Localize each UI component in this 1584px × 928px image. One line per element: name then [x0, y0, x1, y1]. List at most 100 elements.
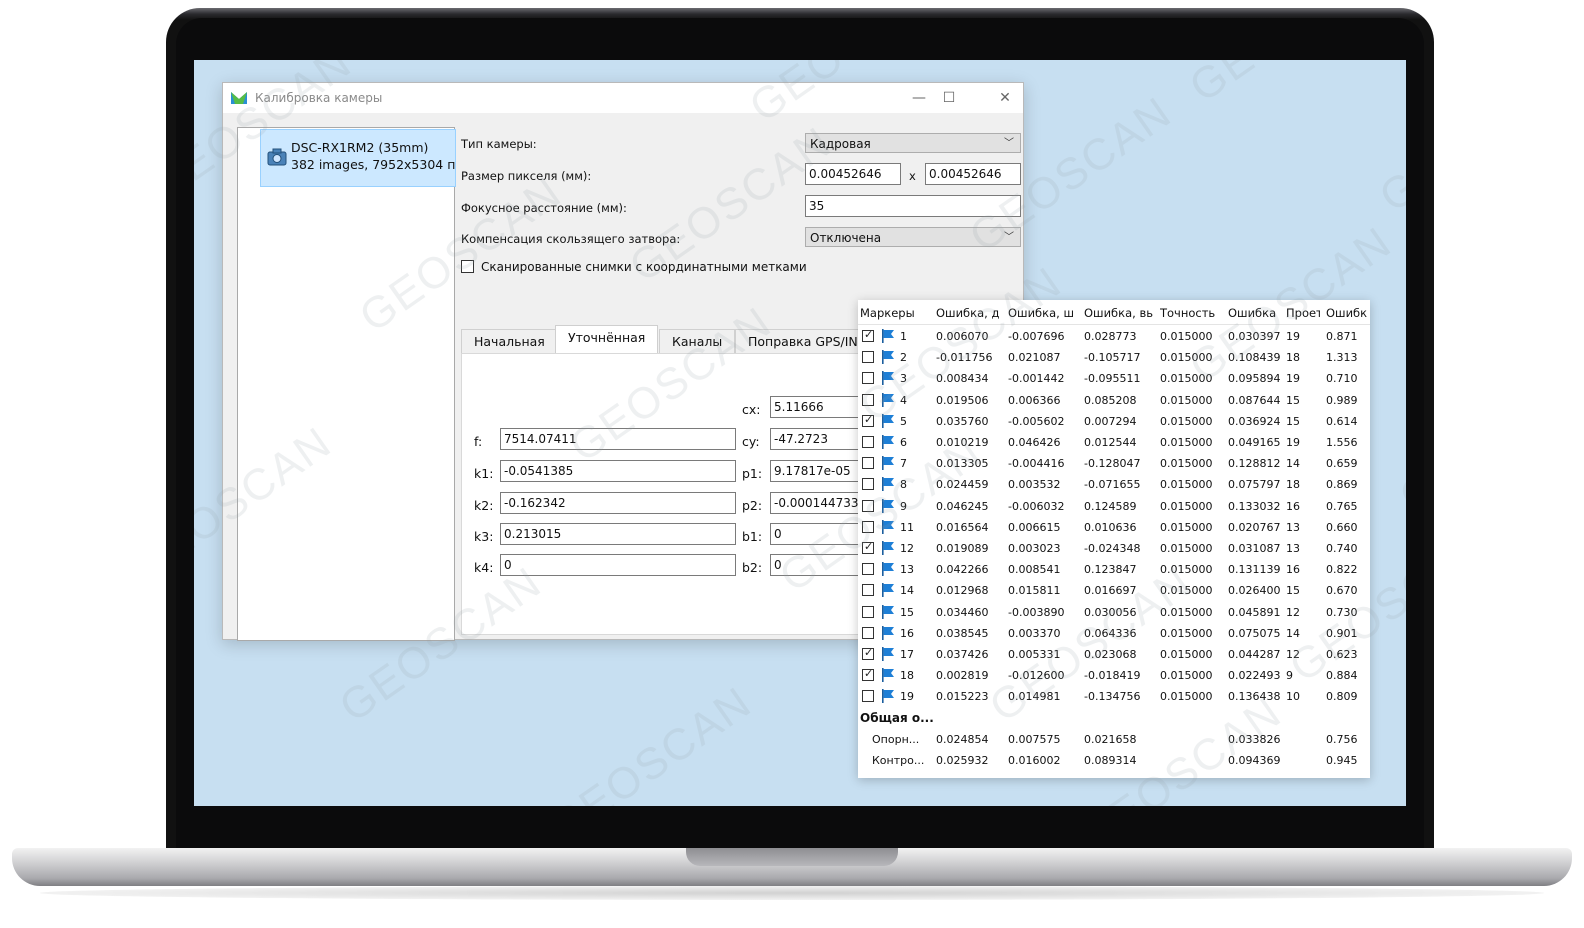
column-header-error-x[interactable]: Ошибка, д	[936, 306, 1002, 320]
p1-input[interactable]: 9.17817e-05	[770, 460, 870, 482]
marker-checkbox[interactable]	[862, 540, 874, 554]
table-row[interactable]: 17 0.037426 0.005331 0.023068 0.015000 0.0442…	[858, 644, 1370, 665]
marker-id: 16	[900, 626, 914, 640]
flag-icon	[880, 519, 896, 538]
flag-icon	[880, 370, 896, 389]
table-cell: 0.030397	[1228, 330, 1281, 343]
table-cell: -0.105717	[1084, 351, 1141, 365]
table-cell: 0.901	[1326, 626, 1358, 640]
table-cell: 0.087644	[1228, 393, 1281, 407]
p2-input[interactable]: -0.000144733	[770, 492, 870, 514]
camera-type-select[interactable]: Кадровая ﹀	[805, 133, 1021, 153]
table-cell: 0.085208	[1084, 393, 1137, 407]
table-row[interactable]: 3 0.008434 -0.001442 -0.095511 0.015000 0.095…	[858, 368, 1370, 389]
marker-checkbox[interactable]	[862, 626, 874, 639]
table-row[interactable]: 1 0.006070 -0.007696 0.028773 0.015000 0.0303…	[858, 326, 1370, 347]
marker-checkbox[interactable]	[862, 413, 874, 427]
table-cell: 0.003532	[1008, 478, 1061, 492]
marker-checkbox[interactable]	[862, 520, 874, 533]
maximize-icon[interactable]: ☐	[929, 87, 969, 109]
marker-checkbox[interactable]	[862, 499, 874, 512]
flag-icon	[880, 625, 896, 644]
k3-input[interactable]: 0.213015	[500, 523, 736, 545]
marker-checkbox[interactable]	[862, 457, 874, 470]
tab-initial[interactable]: Начальная	[461, 329, 558, 354]
table-cell: 19	[1286, 330, 1300, 343]
table-cell: 0.015811	[1008, 584, 1061, 598]
marker-checkbox[interactable]	[862, 563, 874, 576]
cy-input[interactable]: -47.2723	[770, 428, 870, 450]
table-row[interactable]: 14 0.012968 0.015811 0.016697 0.015000 0.0264…	[858, 580, 1370, 601]
k1-input[interactable]: -0.0541385	[500, 460, 736, 482]
summary-row[interactable]: Контро... 0.025932 0.016002 0.089314 0.09436…	[858, 750, 1370, 771]
table-cell: 0.019089	[936, 542, 989, 555]
column-header-error-total[interactable]: Ошибка	[1228, 306, 1282, 320]
table-row[interactable]: 11 0.016564 0.006615 0.010636 0.015000 0.0207…	[858, 517, 1370, 538]
table-cell: 0.124589	[1084, 499, 1137, 513]
table-cell: 0.022493	[1228, 669, 1281, 683]
marker-id: 1	[900, 330, 907, 343]
pixel-size-y-input[interactable]: 0.00452646	[925, 163, 1021, 185]
table-cell: -0.024348	[1084, 542, 1141, 555]
tab-bands[interactable]: Каналы	[659, 329, 736, 354]
table-row[interactable]: 8 0.024459 0.003532 -0.071655 0.015000 0.0757…	[858, 474, 1370, 495]
column-header-projections[interactable]: Проет	[1286, 306, 1320, 320]
marker-checkbox[interactable]	[862, 646, 874, 660]
marker-checkbox[interactable]	[862, 584, 874, 597]
marker-checkbox[interactable]	[862, 478, 874, 491]
table-cell: 0.740	[1326, 542, 1358, 555]
flag-icon	[880, 413, 896, 432]
table-row[interactable]: 9 0.046245 -0.006032 0.124589 0.015000 0.1330…	[858, 496, 1370, 517]
table-row[interactable]: 2 -0.011756 0.021087 -0.105717 0.015000 0.108…	[858, 347, 1370, 368]
table-row[interactable]: 6 0.010219 0.046426 0.012544 0.015000 0.04916…	[858, 432, 1370, 453]
marker-checkbox[interactable]	[862, 393, 874, 406]
table-cell: 0.730	[1326, 605, 1358, 619]
cx-input[interactable]: 5.11666	[770, 396, 870, 418]
table-row[interactable]: 16 0.038545 0.003370 0.064336 0.015000 0.0750…	[858, 623, 1370, 644]
close-icon[interactable]: ✕	[985, 87, 1025, 109]
marker-checkbox[interactable]	[862, 605, 874, 618]
pixel-size-x-input[interactable]: 0.00452646	[805, 163, 901, 185]
marker-checkbox[interactable]	[862, 372, 874, 385]
column-header-error-z[interactable]: Ошибка, вь	[1084, 306, 1154, 320]
table-row[interactable]: 18 0.002819 -0.012600 -0.018419 0.015000 0.02…	[858, 665, 1370, 686]
focal-length-input[interactable]: 35	[805, 195, 1021, 217]
marker-checkbox[interactable]	[862, 690, 874, 703]
column-header-markers[interactable]: Маркеры	[860, 306, 930, 320]
marker-checkbox[interactable]	[862, 328, 874, 342]
marker-checkbox[interactable]	[862, 436, 874, 448]
marker-checkbox[interactable]	[862, 351, 874, 364]
b1-input[interactable]: 0	[770, 523, 870, 545]
table-row[interactable]: 5 0.035760 -0.005602 0.007294 0.015000 0.0369…	[858, 411, 1370, 432]
table-row[interactable]: 15 0.034460 -0.003890 0.030056 0.015000 0.045…	[858, 602, 1370, 623]
scanned-images-checkbox[interactable]	[461, 260, 474, 273]
table-row[interactable]: 12 0.019089 0.003023 -0.024348 0.015000 0.031…	[858, 538, 1370, 559]
marker-id: 8	[900, 478, 907, 492]
summary-row[interactable]: Опорн... 0.024854 0.007575 0.021658 0.033826…	[858, 729, 1370, 750]
table-cell: 0.133032	[1228, 499, 1281, 513]
tab-adjusted[interactable]: Уточнённая	[555, 325, 659, 354]
table-cell: 0.623	[1326, 648, 1358, 661]
k2-input[interactable]: -0.162342	[500, 492, 736, 514]
f-label: f:	[474, 434, 483, 449]
f-input[interactable]: 7514.07411	[500, 428, 736, 450]
column-header-error-pix[interactable]: Ошибк	[1326, 306, 1370, 320]
column-header-accuracy[interactable]: Точность	[1160, 306, 1224, 320]
table-row[interactable]: 4 0.019506 0.006366 0.085208 0.015000 0.08764…	[858, 390, 1370, 411]
marker-id: 17	[900, 648, 914, 661]
table-row[interactable]: 13 0.042266 0.008541 0.123847 0.015000 0.1311…	[858, 559, 1370, 580]
rolling-shutter-select[interactable]: Отключена ﹀	[805, 227, 1021, 247]
table-cell: -0.012600	[1008, 669, 1065, 683]
table-row[interactable]: 19 0.015223 0.014981 -0.134756 0.015000 0.136…	[858, 686, 1370, 707]
marker-id: 2	[900, 351, 907, 365]
camera-list-item[interactable]: DSC-RX1RM2 (35mm) 382 images, 7952x5304 …	[260, 129, 456, 187]
table-cell: 0.822	[1326, 563, 1358, 577]
k4-input[interactable]: 0	[500, 554, 736, 576]
marker-checkbox[interactable]	[862, 667, 874, 682]
camera-list: DSC-RX1RM2 (35mm) 382 images, 7952x5304 …	[237, 127, 456, 641]
column-header-error-y[interactable]: Ошибка, ш	[1008, 306, 1078, 320]
flag-icon	[880, 604, 896, 623]
table-row[interactable]: 7 0.013305 -0.004416 -0.128047 0.015000 0.128…	[858, 453, 1370, 474]
chevron-down-icon: ﹀	[1004, 138, 1014, 149]
b2-input[interactable]: 0	[770, 554, 870, 576]
